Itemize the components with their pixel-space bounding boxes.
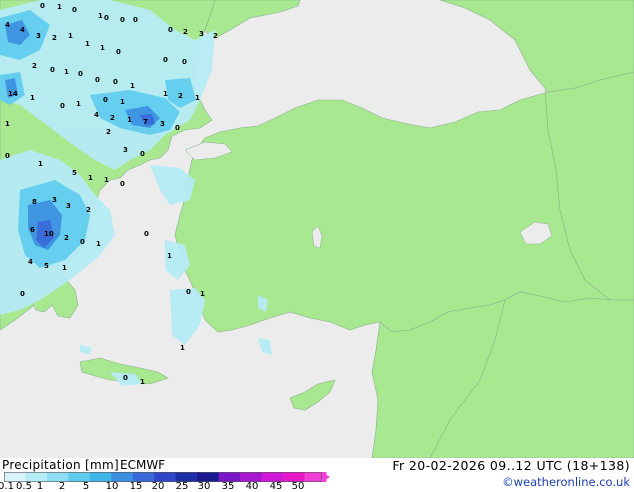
svg-text:0: 0 [144,230,149,238]
svg-text:8: 8 [32,198,37,206]
svg-text:0: 0 [78,70,83,78]
svg-text:6: 6 [30,226,35,234]
svg-text:4: 4 [94,111,99,119]
svg-text:0: 0 [60,102,65,110]
svg-text:1: 1 [88,174,93,182]
svg-text:0: 0 [113,78,118,86]
svg-text:1: 1 [120,98,125,106]
legend-tick: 10 [105,481,119,492]
svg-text:0: 0 [120,180,125,188]
svg-text:0: 0 [40,2,45,10]
svg-text:1: 1 [100,44,105,52]
legend-tick: 15 [129,481,143,492]
model-name: ECMWF [120,458,166,472]
svg-text:1: 1 [98,12,103,20]
precipitation-map: 0 1 0 1 4 4 3 2 1 0 0 0 0 2 3 2 1 1 0 0 … [0,0,634,458]
svg-text:3: 3 [66,202,71,210]
svg-text:0: 0 [182,58,187,66]
svg-text:2: 2 [178,92,183,100]
svg-text:1: 1 [167,252,172,260]
svg-text:0: 0 [50,66,55,74]
svg-text:0: 0 [95,76,100,84]
legend-tick: 50 [291,481,305,492]
legend-tick: 35 [221,481,235,492]
legend-tick: 30 [197,481,211,492]
svg-text:0: 0 [175,124,180,132]
svg-text:2: 2 [183,28,188,36]
svg-text:0: 0 [103,96,108,104]
svg-text:1: 1 [76,100,81,108]
svg-text:10: 10 [44,230,54,238]
svg-text:3: 3 [36,32,41,40]
svg-text:1: 1 [200,290,205,298]
svg-text:1: 1 [130,82,135,90]
legend-tick: 1 [36,481,44,492]
svg-text:1: 1 [38,160,43,168]
svg-text:7: 7 [143,118,148,126]
legend-tick: 45 [269,481,283,492]
svg-text:1: 1 [180,344,185,352]
svg-text:3: 3 [52,196,57,204]
svg-text:1: 1 [30,94,35,102]
svg-text:0: 0 [80,238,85,246]
svg-text:0: 0 [120,16,125,24]
svg-text:2: 2 [110,114,115,122]
svg-text:0: 0 [123,374,128,382]
legend-tick: 20 [151,481,165,492]
svg-text:0: 0 [133,16,138,24]
svg-text:3: 3 [123,146,128,154]
legend-tick: 2 [58,481,66,492]
svg-text:0: 0 [20,290,25,298]
legend-tick: 5 [82,481,90,492]
svg-text:1: 1 [62,264,67,272]
svg-text:1: 1 [68,32,73,40]
svg-text:1: 1 [57,3,62,11]
svg-text:4: 4 [20,26,25,34]
svg-text:1: 1 [127,116,132,124]
svg-text:1: 1 [140,378,145,386]
svg-text:2: 2 [86,206,91,214]
svg-text:2: 2 [32,62,37,70]
svg-text:0: 0 [72,6,77,14]
svg-text:2: 2 [52,34,57,42]
svg-text:0: 0 [140,150,145,158]
svg-text:1: 1 [64,68,69,76]
svg-text:3: 3 [199,30,204,38]
svg-text:5: 5 [72,169,77,177]
svg-text:1: 1 [104,176,109,184]
map-title: Precipitation [mm] [2,458,119,472]
svg-text:4: 4 [5,21,10,29]
svg-text:1: 1 [195,94,200,102]
svg-text:2: 2 [213,32,218,40]
svg-text:0: 0 [163,56,168,64]
svg-text:1: 1 [85,40,90,48]
svg-text:5: 5 [44,262,49,270]
svg-text:3: 3 [160,120,165,128]
svg-text:1: 1 [5,120,10,128]
svg-text:0: 0 [104,14,109,22]
svg-text:0: 0 [5,152,10,160]
svg-text:2: 2 [64,234,69,242]
credit-link[interactable]: ©weatheronline.co.uk [502,475,630,489]
svg-text:1: 1 [96,240,101,248]
forecast-datetime: Fr 20-02-2026 09..12 UTC (18+138) [392,458,630,473]
map-footer: Precipitation [mm] ECMWF Fr 20-02-2026 0… [0,458,634,492]
svg-text:4: 4 [28,258,33,266]
legend-tick: 40 [245,481,259,492]
svg-text:1: 1 [163,90,168,98]
svg-text:0: 0 [168,26,173,34]
legend-tick: 0.1 [0,481,14,492]
legend-tick: 0.5 [16,481,32,492]
svg-text:2: 2 [106,128,111,136]
svg-text:0: 0 [116,48,121,56]
legend-tick: 25 [175,481,189,492]
svg-text:14: 14 [8,90,18,98]
svg-text:0: 0 [186,288,191,296]
